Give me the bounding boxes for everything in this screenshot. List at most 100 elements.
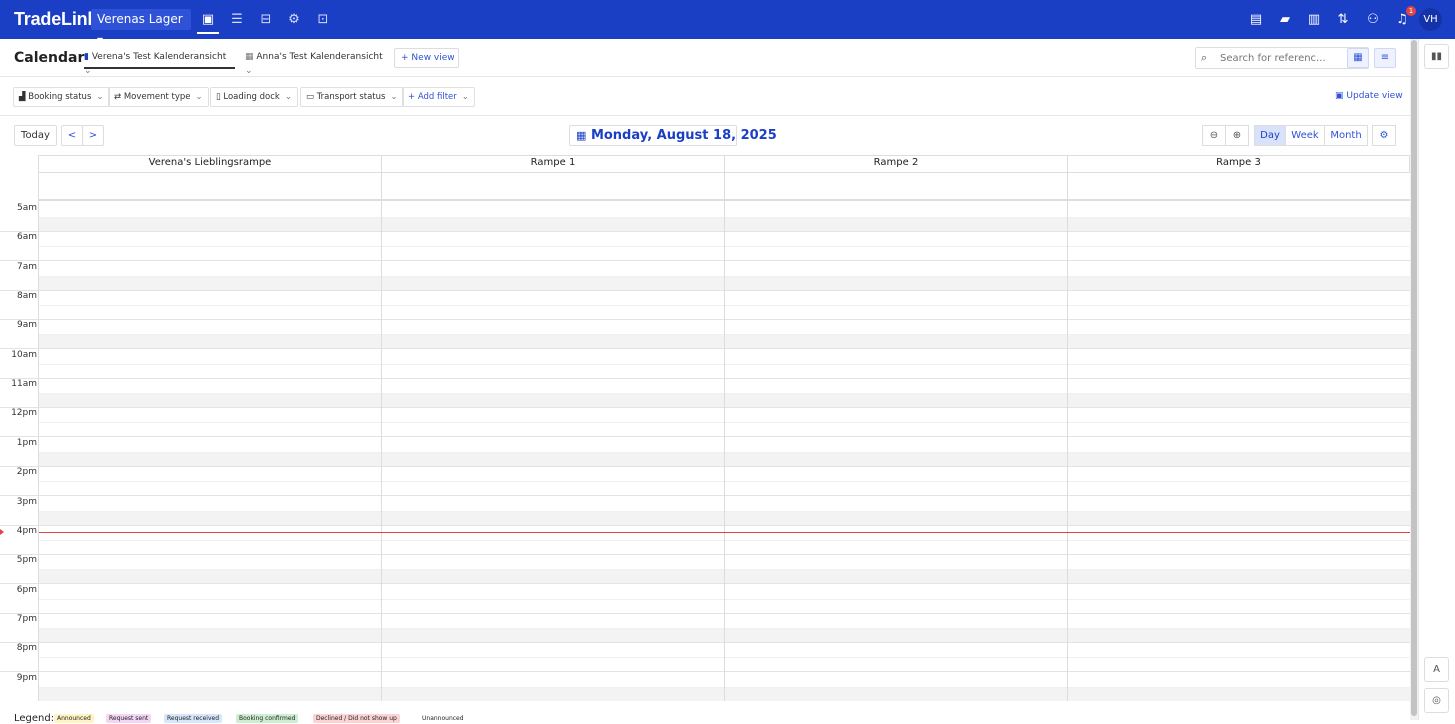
- time-label: 3pm: [16, 497, 37, 507]
- legend-item: Request sent: [106, 714, 152, 723]
- calendar-icon: ▦: [576, 129, 587, 142]
- hour-line: [0, 319, 1410, 320]
- inbox-icon[interactable]: ⊟: [255, 10, 277, 30]
- hour-line: [0, 378, 1410, 379]
- resource-header: Rampe 1: [382, 155, 725, 172]
- zoom-in-icon[interactable]: ⊕: [1225, 125, 1249, 146]
- hour-line: [0, 495, 1410, 496]
- calendar-grid: [0, 155, 1410, 701]
- time-label: 9am: [16, 320, 37, 330]
- add-filter-button[interactable]: + Add filter ⌄: [402, 87, 475, 107]
- filter-transport-status[interactable]: ▭ Transport status ⌄: [300, 87, 404, 107]
- search-input[interactable]: [1220, 50, 1344, 66]
- filter-movement-type[interactable]: ⇄ Movement type ⌄: [108, 87, 209, 107]
- update-view-label: Update view: [1346, 91, 1403, 101]
- filter-booking-status[interactable]: ▟ Booking status ⌄: [13, 87, 110, 107]
- routing-icon[interactable]: ⇅: [1332, 10, 1354, 30]
- time-label: 6pm: [16, 585, 37, 595]
- view-tab-label: Verena's Test Kalenderansicht: [91, 52, 227, 62]
- time-label: 8am: [16, 291, 37, 301]
- notification-badge: 1: [1406, 6, 1416, 16]
- analytics-icon[interactable]: ▥: [1303, 10, 1325, 30]
- time-label: 10am: [11, 350, 37, 360]
- calendar-check-icon[interactable]: ▣: [197, 10, 219, 34]
- help-icon[interactable]: ◎: [1424, 688, 1449, 713]
- gear-icon[interactable]: ⚙: [283, 10, 305, 30]
- legend-item: Booking confirmed: [236, 714, 299, 723]
- filter-toggle-icon[interactable]: ≡: [1374, 48, 1396, 68]
- app-logo[interactable]: TradeLink: [14, 9, 97, 30]
- filter-label: Booking status: [28, 92, 92, 102]
- view-tab-label: Anna's Test Kalenderansicht: [256, 52, 383, 62]
- time-label: 7pm: [16, 614, 37, 624]
- scrollbar-thumb[interactable]: [1411, 40, 1417, 716]
- time-label: 9pm: [16, 673, 37, 683]
- warehouse-label: Verenas Lager: [97, 12, 183, 26]
- dock-icon: ▯: [216, 92, 221, 102]
- view-tab-verena[interactable]: ▮ Verena's Test Kalenderansicht ⌄: [84, 50, 235, 76]
- avatar[interactable]: VH: [1419, 8, 1442, 31]
- hour-line: [0, 436, 1410, 437]
- time-label: 2pm: [16, 467, 37, 477]
- hour-line: [0, 671, 1410, 672]
- current-time-marker: [0, 529, 4, 535]
- time-label: 7am: [16, 262, 37, 272]
- search-box: ⌕: [1195, 47, 1369, 69]
- plus-icon: +: [408, 92, 416, 102]
- hour-line: [0, 613, 1410, 614]
- filter-label: Movement type: [123, 92, 191, 102]
- truck-icon: ▭: [306, 92, 315, 102]
- next-button[interactable]: >: [82, 125, 104, 146]
- current-time-line: [39, 532, 1410, 533]
- building-icon: ▟: [19, 92, 26, 102]
- day-view-button[interactable]: Day: [1254, 125, 1286, 146]
- resource-header: Rampe 3: [1068, 155, 1410, 172]
- filter-loading-dock[interactable]: ▯ Loading dock ⌄: [210, 87, 298, 107]
- time-label: 6am: [16, 232, 37, 242]
- filter-label: Loading dock: [223, 92, 280, 102]
- chevron-down-icon: ⌄: [461, 92, 469, 102]
- time-label: 8pm: [16, 643, 37, 653]
- legend-item: Announced: [54, 714, 94, 723]
- time-label: 5am: [16, 203, 37, 213]
- time-label: 5pm: [16, 555, 37, 565]
- chevron-down-icon: ⌄: [245, 66, 253, 76]
- column-divider: [724, 155, 725, 701]
- grid-toggle-icon[interactable]: ▦: [1347, 48, 1369, 68]
- save-icon: ▣: [1335, 91, 1344, 101]
- column-divider: [381, 155, 382, 701]
- hour-line: [0, 290, 1410, 291]
- warehouse-selector[interactable]: Verenas Lager ▾: [91, 9, 191, 47]
- chart-icon[interactable]: ▮▮: [1424, 44, 1449, 69]
- hour-line: [0, 466, 1410, 467]
- hour-line: [0, 231, 1410, 232]
- settings-icon[interactable]: ⚙: [1372, 125, 1396, 146]
- date-picker-button[interactable]: ▦ Monday, August 18, 2025: [569, 125, 777, 146]
- contact-icon[interactable]: ⊡: [312, 10, 334, 30]
- time-label: 4pm: [16, 526, 37, 536]
- package-icon[interactable]: ▰: [1274, 10, 1296, 30]
- time-label: 1pm: [16, 438, 37, 448]
- legend-item: Declined / Did not show up: [313, 714, 400, 723]
- dashboard-icon[interactable]: ▤: [1245, 10, 1267, 30]
- new-view-button[interactable]: + New view: [394, 48, 459, 68]
- users-icon[interactable]: ⚇: [1362, 10, 1384, 30]
- resource-header: Verena's Lieblingsrampe: [39, 155, 382, 172]
- legend-item: Unannounced: [419, 714, 467, 723]
- column-divider: [1067, 155, 1068, 701]
- current-date: Monday, August 18, 2025: [590, 128, 777, 143]
- search-icon: ⌕: [1201, 51, 1208, 64]
- week-view-button[interactable]: Week: [1285, 125, 1325, 146]
- view-tab-anna[interactable]: ▦ Anna's Test Kalenderansicht ⌄: [245, 50, 385, 76]
- list-icon[interactable]: ☰: [226, 10, 248, 30]
- translate-icon[interactable]: A: [1424, 657, 1449, 682]
- update-view-button[interactable]: ▣ Update view: [1335, 91, 1403, 101]
- month-view-button[interactable]: Month: [1324, 125, 1368, 146]
- today-button[interactable]: Today: [14, 125, 57, 146]
- prev-button[interactable]: <: [61, 125, 83, 146]
- legend-title: Legend:: [14, 713, 55, 724]
- chevron-down-icon: ⌄: [195, 92, 203, 102]
- arrows-icon: ⇄: [114, 92, 122, 102]
- zoom-out-icon[interactable]: ⊖: [1202, 125, 1226, 146]
- filter-label: Add filter: [417, 92, 457, 102]
